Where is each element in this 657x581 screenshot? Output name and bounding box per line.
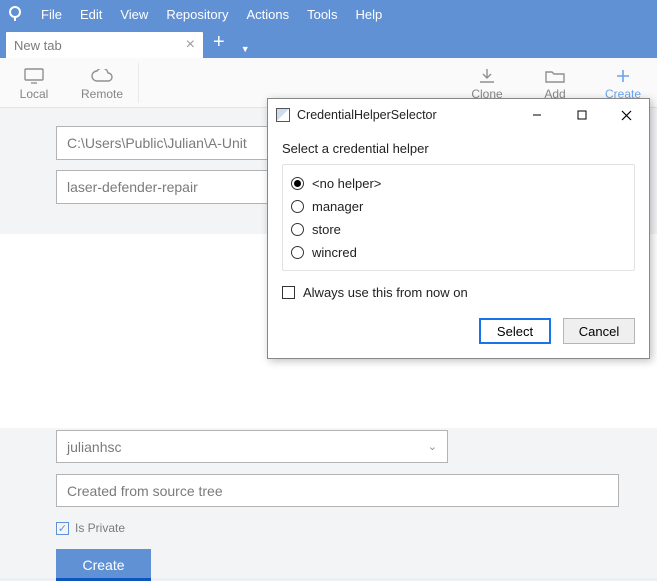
close-button[interactable] bbox=[604, 100, 649, 130]
dialog-body: Select a credential helper <no helper> m… bbox=[268, 131, 649, 358]
path-value: C:\Users\Public\Julian\A-Unit bbox=[67, 135, 247, 151]
dialog-title: CredentialHelperSelector bbox=[297, 108, 437, 122]
cloud-icon bbox=[91, 65, 113, 87]
minimize-button[interactable] bbox=[514, 100, 559, 130]
radio-label: manager bbox=[312, 199, 363, 214]
remote-label: Remote bbox=[81, 87, 123, 101]
monitor-icon bbox=[24, 65, 44, 87]
select-button[interactable]: Select bbox=[479, 318, 551, 344]
name-value: laser-defender-repair bbox=[67, 179, 198, 195]
chevron-down-icon: ⌄ bbox=[428, 440, 437, 453]
close-icon[interactable]: × bbox=[186, 36, 195, 54]
menu-edit[interactable]: Edit bbox=[71, 7, 111, 22]
checkbox-icon bbox=[282, 286, 295, 299]
radio-wincred[interactable]: wincred bbox=[291, 241, 626, 264]
radio-manager[interactable]: manager bbox=[291, 195, 626, 218]
checkbox-checked-icon: ✓ bbox=[56, 522, 69, 535]
radio-store[interactable]: store bbox=[291, 218, 626, 241]
radio-icon bbox=[291, 246, 304, 259]
tabstrip: New tab × + ▼ bbox=[0, 28, 657, 58]
dialog-icon bbox=[276, 108, 290, 122]
description-field[interactable]: Created from source tree bbox=[56, 474, 619, 507]
menu-view[interactable]: View bbox=[111, 7, 157, 22]
menubar: File Edit View Repository Actions Tools … bbox=[0, 0, 657, 28]
bottom-panel: julianhsc ⌄ Created from source tree ✓ Is … bbox=[0, 430, 657, 580]
dialog-prompt: Select a credential helper bbox=[282, 141, 635, 156]
download-icon bbox=[478, 65, 496, 87]
local-label: Local bbox=[20, 87, 49, 101]
create-submit-button[interactable]: Create bbox=[56, 549, 151, 581]
radio-selected-icon bbox=[291, 177, 304, 190]
menu-actions[interactable]: Actions bbox=[237, 7, 298, 22]
radio-label: <no helper> bbox=[312, 176, 381, 191]
local-button[interactable]: Local bbox=[0, 58, 68, 108]
menu-tools[interactable]: Tools bbox=[298, 7, 346, 22]
folder-icon bbox=[545, 65, 565, 87]
menu-file[interactable]: File bbox=[32, 7, 71, 22]
radio-label: wincred bbox=[312, 245, 357, 260]
plus-icon bbox=[615, 65, 631, 87]
private-checkbox[interactable]: ✓ Is Private bbox=[56, 521, 601, 535]
account-value: julianhsc bbox=[67, 439, 121, 455]
app-logo bbox=[6, 5, 24, 23]
radio-label: store bbox=[312, 222, 341, 237]
menu-repository[interactable]: Repository bbox=[157, 7, 237, 22]
account-combo[interactable]: julianhsc ⌄ bbox=[56, 430, 448, 463]
menu-help[interactable]: Help bbox=[346, 7, 391, 22]
tab-dropdown-icon[interactable]: ▼ bbox=[235, 44, 256, 58]
cancel-button[interactable]: Cancel bbox=[563, 318, 635, 344]
always-label: Always use this from now on bbox=[303, 285, 468, 300]
maximize-button[interactable] bbox=[559, 100, 604, 130]
radio-icon bbox=[291, 200, 304, 213]
dialog-titlebar: CredentialHelperSelector bbox=[268, 99, 649, 131]
description-value: Created from source tree bbox=[67, 483, 223, 499]
new-tab-button[interactable]: + bbox=[203, 31, 235, 58]
tab-new[interactable]: New tab × bbox=[6, 32, 203, 58]
tab-label: New tab bbox=[14, 38, 62, 53]
radio-icon bbox=[291, 223, 304, 236]
radio-no-helper[interactable]: <no helper> bbox=[291, 172, 626, 195]
options-group: <no helper> manager store wincred bbox=[282, 164, 635, 271]
private-label: Is Private bbox=[75, 521, 125, 535]
remote-button[interactable]: Remote bbox=[68, 58, 136, 108]
always-checkbox[interactable]: Always use this from now on bbox=[282, 285, 635, 300]
credential-dialog: CredentialHelperSelector Select a creden… bbox=[267, 98, 650, 359]
separator bbox=[138, 63, 139, 103]
